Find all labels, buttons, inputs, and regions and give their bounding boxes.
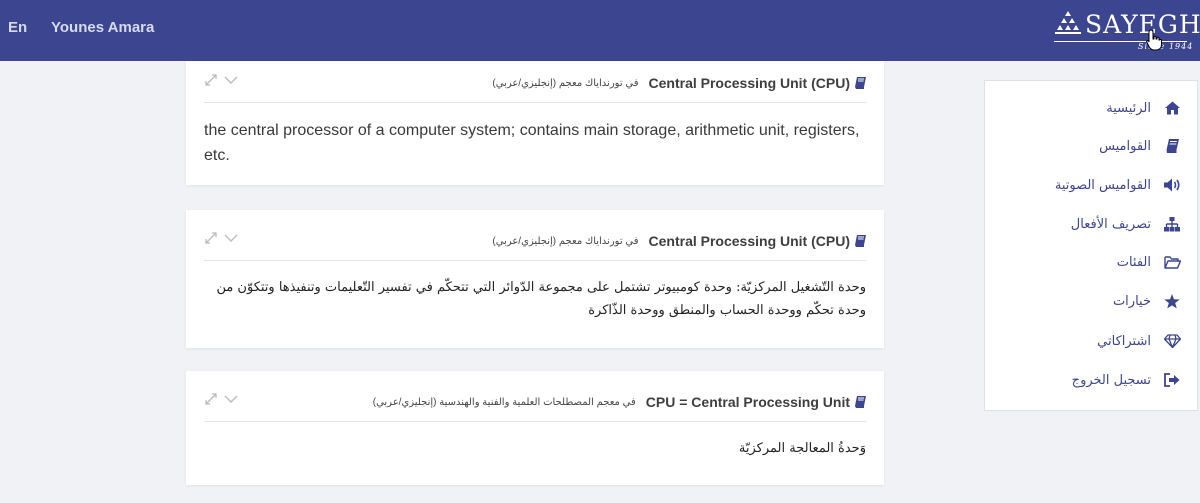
entry-card: Central Processing Unit (CPU) في تورنداي… (186, 210, 884, 348)
book-icon (855, 77, 866, 89)
sidebar-item-verb-conjugation[interactable]: تصريف الأفعال (1071, 213, 1181, 235)
entry-source: في تورنداياك معجم (إنجليزي/عربي) (492, 77, 639, 89)
sidebar-item-subscriptions[interactable]: اشتراكاتي (1097, 330, 1181, 352)
sign-out-icon (1163, 372, 1181, 388)
entry-source: في تورنداياك معجم (إنجليزي/عربي) (492, 235, 639, 247)
sidebar-item-label: الرئيسية (1106, 100, 1151, 116)
sidebar-item-label: تسجيل الخروج (1071, 372, 1151, 388)
entry-title-row: CPU = Central Processing Unit في معجم ال… (373, 394, 866, 410)
diamond-icon (1163, 333, 1181, 349)
sitemap-icon (1163, 216, 1181, 232)
entry-term[interactable]: Central Processing Unit (CPU) (649, 75, 850, 91)
sidebar-item-logout[interactable]: تسجيل الخروج (1072, 369, 1181, 391)
sidebar-item-home[interactable]: الرئيسية (1106, 97, 1181, 119)
entry-card-header: Central Processing Unit (CPU) في تورنداي… (204, 219, 866, 261)
entry-term[interactable]: CPU = Central Processing Unit (646, 394, 850, 410)
entry-card: Central Processing Unit (CPU) في تورنداي… (186, 61, 884, 185)
entry-card-header: Central Processing Unit (CPU) في تورنداي… (204, 61, 866, 103)
speaker-icon (1163, 177, 1181, 193)
chevron-down-icon[interactable] (224, 231, 238, 245)
sidebar-item-label: اشتراكاتي (1097, 333, 1151, 349)
book-icon (855, 396, 866, 408)
book-icon (855, 235, 866, 247)
expand-icon[interactable] (204, 73, 218, 87)
sidebar-item-audio-dictionaries[interactable]: القواميس الصوتية (1055, 174, 1181, 196)
chevron-down-icon[interactable] (224, 73, 238, 87)
sidebar-item-categories[interactable]: الفئات (1117, 251, 1181, 273)
entry-definition: the central processor of a computer syst… (204, 122, 860, 164)
user-name-link[interactable]: Younes Amara (51, 19, 154, 36)
entry-title-row: Central Processing Unit (CPU) في تورنداي… (492, 233, 866, 249)
sidebar-item-label: القواميس الصوتية (1054, 177, 1151, 193)
entry-card-header: CPU = Central Processing Unit في معجم ال… (204, 380, 866, 422)
entry-definition: وحدة التّشغيل المركزيّة: وحدة كومبيوتر ت… (216, 280, 866, 318)
hand-cursor-icon (1146, 29, 1162, 51)
book-icon (1163, 138, 1181, 154)
sidebar-item-label: القواميس (1099, 138, 1151, 154)
sidebar-item-label: تصريف الأفعال (1070, 216, 1151, 232)
sidebar-item-options[interactable]: خيارات (1113, 290, 1181, 312)
sidebar-item-dictionaries[interactable]: القواميس (1099, 135, 1181, 157)
entry-card: CPU = Central Processing Unit في معجم ال… (186, 371, 884, 485)
home-icon (1163, 100, 1181, 116)
logo-triangle-icon (1055, 11, 1081, 34)
logo-wordmark: SAYEGH (1085, 10, 1200, 39)
entry-definition: وَحدةُ المعالجة المركزيّة (738, 441, 866, 456)
expand-icon[interactable] (204, 231, 218, 245)
entry-source: في معجم المصطلحات العلمية والفنية والهند… (372, 396, 636, 408)
sayegh-logo[interactable]: SAYEGH Since 1944 (1054, 8, 1200, 54)
sidebar-item-label: خيارات (1112, 293, 1151, 309)
chevron-down-icon[interactable] (224, 392, 238, 406)
top-navbar: En Younes Amara SAYEGH Since 1944 (0, 0, 1200, 61)
folder-icon (1163, 254, 1181, 270)
expand-icon[interactable] (204, 392, 218, 406)
entry-term[interactable]: Central Processing Unit (CPU) (649, 233, 850, 249)
star-icon (1163, 293, 1181, 309)
sidebar-item-label: الفئات (1116, 254, 1151, 270)
entry-title-row: Central Processing Unit (CPU) في تورنداي… (492, 75, 866, 91)
sidebar-menu: الرئيسية القواميس القواميس الصوتية تصريف… (984, 80, 1198, 411)
language-switch[interactable]: En (8, 19, 27, 36)
